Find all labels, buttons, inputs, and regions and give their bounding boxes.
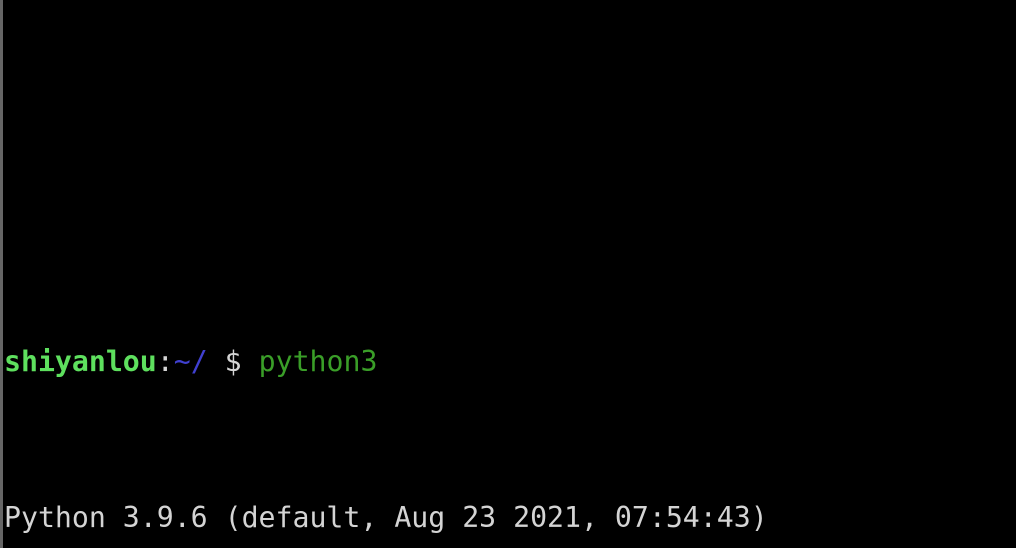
terminal-line-clipped-top <box>4 147 1016 186</box>
terminal-line-python-version: Python 3.9.6 (default, Aug 23 2021, 07:5… <box>4 501 768 534</box>
prompt-spacer-2 <box>242 345 259 378</box>
prompt-user-host: shiyanlou <box>4 345 157 378</box>
prompt-path: ~/ <box>173 345 208 378</box>
terminal-prompt-line: shiyanlou:~/ $ python3 <box>4 342 1016 381</box>
prompt-separator: : <box>156 345 174 378</box>
terminal-screen[interactable]: shiyanlou:~/ $ python3 Python 3.9.6 (def… <box>4 0 1016 548</box>
prompt-command: python3 <box>258 345 378 378</box>
window-left-border <box>0 0 3 548</box>
prompt-spacer <box>208 345 225 378</box>
terminal-window[interactable]: shiyanlou:~/ $ python3 Python 3.9.6 (def… <box>0 0 1016 548</box>
prompt-symbol: $ <box>224 345 242 378</box>
